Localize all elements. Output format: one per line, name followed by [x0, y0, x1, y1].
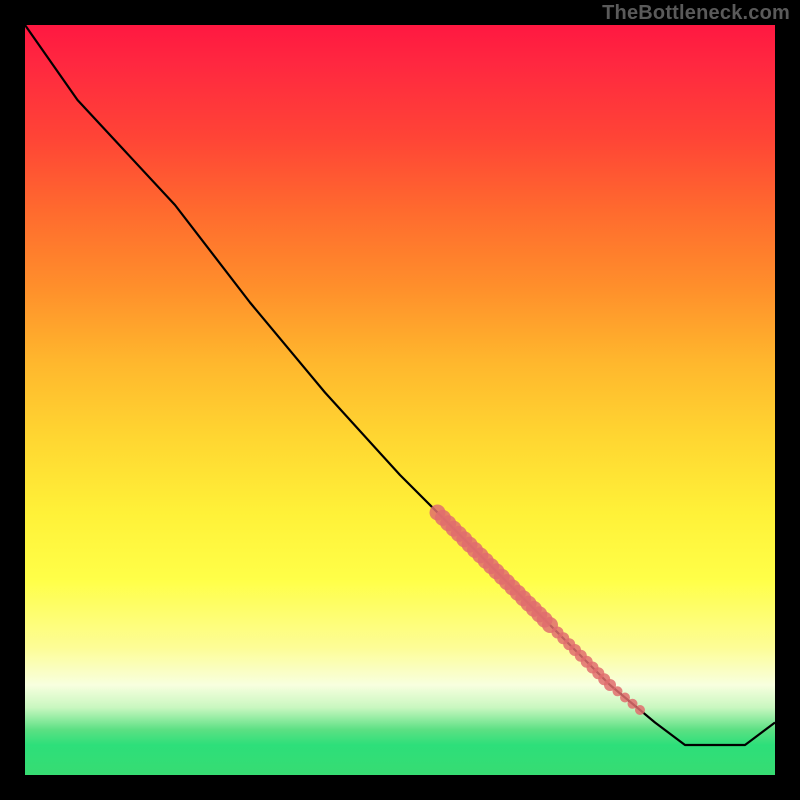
- watermark-text: TheBottleneck.com: [602, 2, 790, 25]
- chart-stage: TheBottleneck.com: [0, 0, 800, 800]
- plot-area: [25, 25, 775, 775]
